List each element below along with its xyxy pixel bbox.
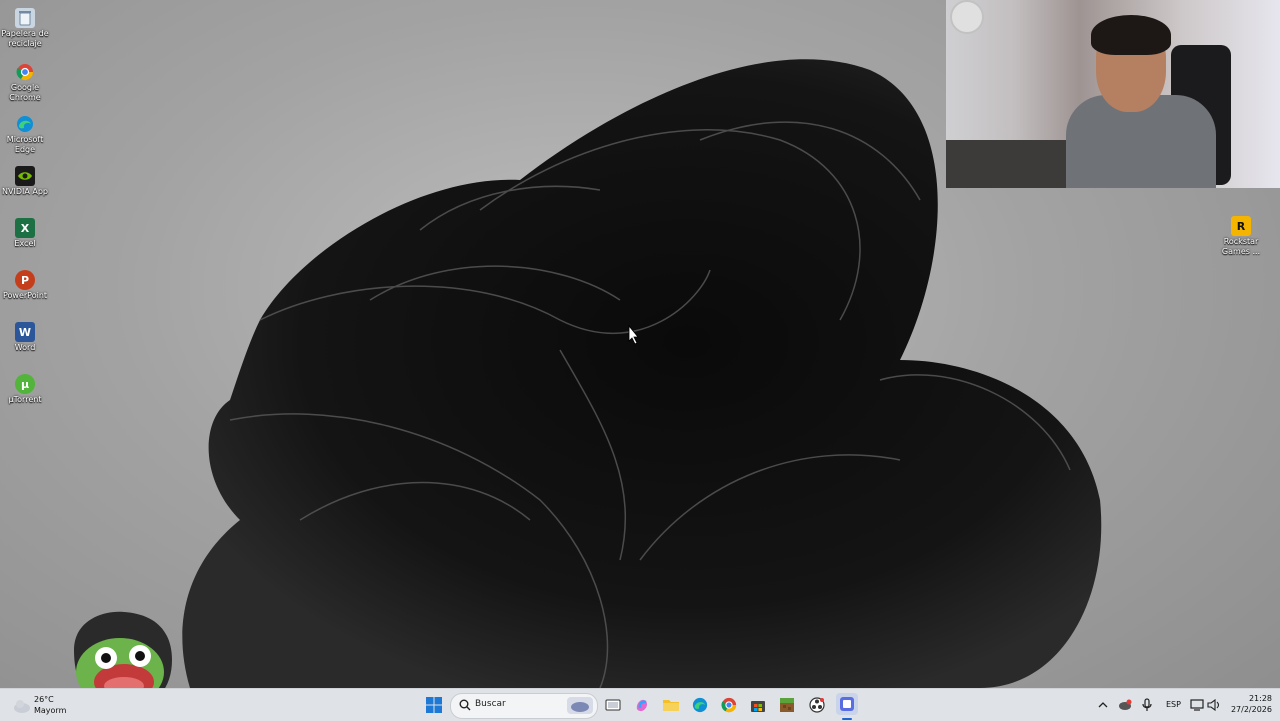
chrome-icon bbox=[15, 62, 35, 82]
webcam-overlay bbox=[946, 0, 1280, 188]
minecraft-icon bbox=[780, 698, 794, 712]
task-view-button[interactable] bbox=[603, 695, 623, 715]
taskbar: 26°C Mayorm Buscar ESP 21:28 27/2/2026 bbox=[0, 688, 1280, 721]
chrome-icon bbox=[721, 697, 737, 713]
desktop-icon-excel[interactable]: X Excel bbox=[0, 216, 50, 249]
volume-button[interactable] bbox=[1206, 695, 1222, 715]
edge-icon bbox=[15, 114, 35, 134]
chrome-taskbar-button[interactable] bbox=[719, 695, 739, 715]
desktop-icon-chrome[interactable]: Google Chrome bbox=[0, 60, 50, 103]
chevron-up-icon bbox=[1098, 702, 1108, 708]
windows-start-icon bbox=[426, 697, 442, 713]
weather-widget[interactable]: 26°C Mayorm bbox=[10, 693, 70, 717]
task-view-icon bbox=[605, 699, 621, 711]
copilot-button[interactable] bbox=[632, 695, 652, 715]
obs-icon bbox=[809, 697, 825, 713]
clock-date: 27/2/2026 bbox=[1230, 705, 1272, 714]
active-app-taskbar-button[interactable] bbox=[836, 693, 858, 715]
desktop-icon-word[interactable]: W Word bbox=[0, 320, 50, 353]
desktop-icon-utorrent[interactable]: µ µTorrent bbox=[0, 372, 50, 405]
network-button[interactable] bbox=[1189, 695, 1205, 715]
weather-temp: 26°C bbox=[34, 695, 54, 704]
taskbar-clock[interactable]: 21:28 27/2/2026 bbox=[1224, 693, 1272, 715]
edge-taskbar-button[interactable] bbox=[690, 695, 710, 715]
weather-icon bbox=[14, 700, 30, 713]
tray-app-button[interactable] bbox=[1116, 695, 1134, 715]
word-icon: W bbox=[15, 322, 35, 342]
folder-icon bbox=[663, 700, 679, 711]
desktop-icon-powerpoint[interactable]: P PowerPoint bbox=[0, 268, 50, 301]
search-icon bbox=[459, 699, 471, 711]
app-window-icon bbox=[840, 697, 854, 711]
recycle-bin-icon bbox=[15, 8, 35, 28]
start-button[interactable] bbox=[424, 695, 444, 715]
powerpoint-icon: P bbox=[15, 270, 35, 290]
edge-icon bbox=[692, 697, 708, 713]
desktop-icon-recycle-bin[interactable]: Papelera de reciclaje bbox=[0, 6, 50, 49]
clock-time: 21:28 bbox=[1248, 694, 1272, 703]
person-hair bbox=[1091, 15, 1171, 55]
obs-taskbar-button[interactable] bbox=[807, 695, 827, 715]
speaker-icon bbox=[1207, 699, 1220, 711]
copilot-icon bbox=[636, 699, 647, 712]
network-monitor-icon bbox=[1190, 699, 1204, 711]
microphone-icon bbox=[1142, 698, 1152, 711]
weather-desc: Mayorm bbox=[34, 706, 67, 715]
taskbar-search[interactable]: Buscar bbox=[450, 693, 598, 719]
utorrent-icon: µ bbox=[15, 374, 35, 394]
search-placeholder: Buscar bbox=[475, 699, 506, 709]
language-indicator[interactable]: ESP bbox=[1166, 700, 1181, 709]
rockstar-icon: R bbox=[1231, 216, 1251, 236]
nvidia-icon bbox=[15, 166, 35, 186]
desktop-icon-rockstar[interactable]: R Rockstar Games ... bbox=[1216, 214, 1266, 257]
file-explorer-button[interactable] bbox=[661, 695, 681, 715]
minecraft-taskbar-button[interactable] bbox=[777, 695, 797, 715]
store-taskbar-button[interactable] bbox=[748, 695, 768, 715]
cloud-sync-icon bbox=[1119, 699, 1132, 710]
desktop-icon-nvidia[interactable]: NVIDIA App bbox=[0, 164, 50, 197]
search-highlight-image bbox=[567, 697, 593, 714]
tray-overflow-button[interactable] bbox=[1096, 695, 1110, 715]
desktop-icon-edge[interactable]: Microsoft Edge bbox=[0, 112, 50, 155]
microphone-button[interactable] bbox=[1138, 695, 1156, 715]
excel-icon: X bbox=[15, 218, 35, 238]
store-icon bbox=[751, 701, 765, 712]
fan-shape bbox=[950, 0, 984, 34]
